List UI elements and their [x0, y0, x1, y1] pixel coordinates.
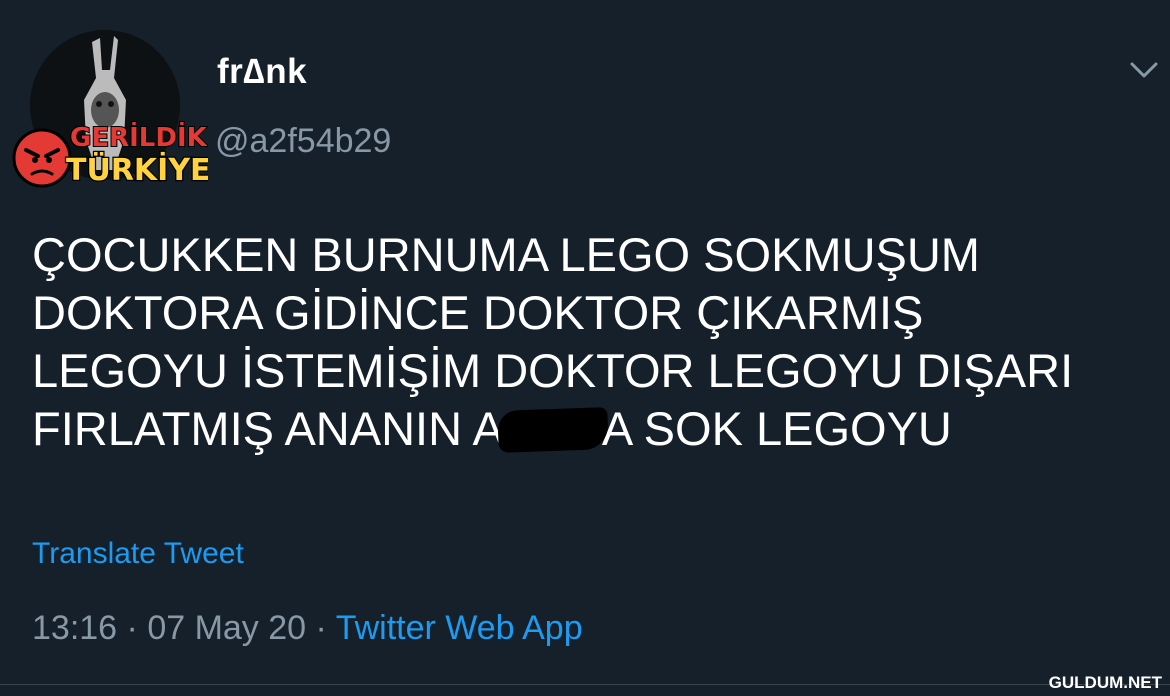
site-watermark: GULDUM.NET: [1048, 673, 1162, 692]
tweet-line: FIRLATMIŞ ANANIN A A SOK LEGOYU: [32, 400, 1162, 458]
tweet-time[interactable]: 13:16: [32, 609, 117, 647]
tweet-line: DOKTORA GİDİNCE DOKTOR ÇIKARMIŞ: [32, 286, 924, 339]
tweet-line: ÇOCUKKEN BURNUMA LEGO SOKMUŞUM: [32, 228, 980, 281]
logo-line2: TÜRKİYE: [66, 151, 208, 188]
display-name[interactable]: fr∆nk: [217, 52, 307, 92]
meta-separator: ·: [306, 609, 336, 647]
tweet-date[interactable]: 07 May 20: [147, 609, 306, 647]
tweet-line-part: A SOK LEGOYU: [601, 402, 952, 455]
tweet-line-part: FIRLATMIŞ ANANIN A: [32, 402, 504, 455]
tweet-source-link[interactable]: Twitter Web App: [336, 609, 583, 647]
user-handle[interactable]: @a2f54b29: [215, 122, 391, 161]
censor-scribble: [497, 407, 609, 453]
tweet-line: LEGOYU İSTEMİŞİM DOKTOR LEGOYU DIŞARI: [32, 344, 1074, 397]
divider: [0, 684, 1170, 685]
tweet-metadata: 13:16 · 07 May 20 · Twitter Web App: [32, 609, 583, 648]
translate-tweet-link[interactable]: Translate Tweet: [32, 537, 244, 571]
tweet-text: ÇOCUKKEN BURNUMA LEGO SOKMUŞUM DOKTORA G…: [32, 226, 1162, 458]
chevron-down-icon[interactable]: [1128, 58, 1160, 82]
gerildik-turkiye-logo: GERİLDİK TÜRKİYE: [12, 120, 208, 189]
meta-separator: ·: [117, 609, 148, 647]
logo-line1: GERİLDİK: [70, 121, 208, 153]
